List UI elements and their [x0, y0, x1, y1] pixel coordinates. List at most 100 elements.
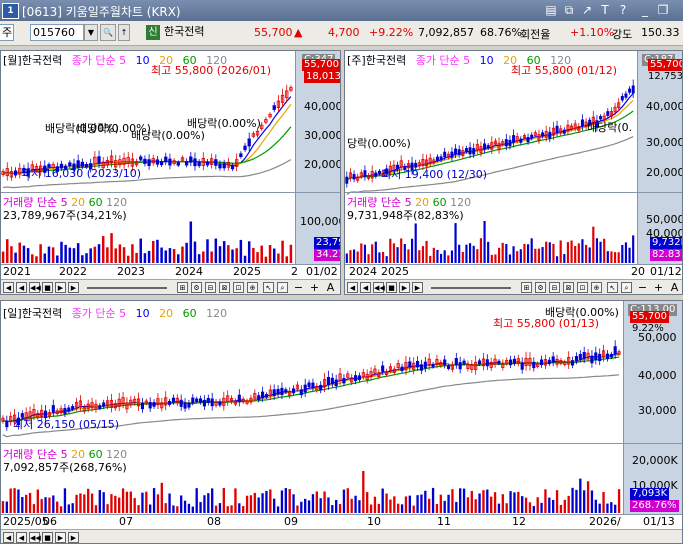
monthly-legend-ma10[interactable]: 10 [136, 54, 150, 67]
daily-volume-bar [439, 494, 442, 513]
daily-play-icon[interactable]: ▶ [55, 532, 66, 543]
weekly-cursor-icon[interactable]: ↖ [607, 282, 618, 293]
daily-stop-icon[interactable]: ■ [42, 532, 53, 543]
daily-candle [5, 420, 9, 428]
monthly-rewind-icon[interactable]: ◀◀ [29, 282, 41, 293]
restore-icon[interactable]: ❐ [656, 3, 670, 17]
daily-volume-bar [265, 490, 268, 513]
daily-legend-ma20[interactable]: 20 [159, 307, 173, 320]
daily-header: [일]한국전력 종가 단순 5 10 20 60 120 [3, 305, 233, 321]
weekly-tool6-icon[interactable]: ⊕ [591, 282, 602, 293]
daily-chart-pane[interactable]: [일]한국전력 종가 단순 5 10 20 60 120 최고 55,800 (… [0, 300, 683, 544]
weekly-volume-bar [400, 238, 403, 263]
monthly-candle [247, 138, 251, 147]
weekly-volume-bar [577, 243, 580, 263]
daily-volume-bar [567, 495, 570, 513]
weekly-legend-ma10[interactable]: 10 [480, 54, 494, 67]
monthly-tool6-icon[interactable]: ⊕ [247, 282, 258, 293]
monthly-tool5-icon[interactable]: ⊡ [233, 282, 244, 293]
trade-volume: 7,092,857 [418, 26, 474, 39]
daily-volume-bar [319, 498, 322, 513]
monthly-zoom-in-icon[interactable]: + [309, 282, 320, 293]
daily-volume-bar [195, 488, 198, 513]
monthly-tool3-icon[interactable]: ⊟ [205, 282, 216, 293]
daily-ytick-2: 40,000 [638, 369, 677, 382]
monthly-next-icon[interactable]: ▶ [68, 282, 79, 293]
monthly-scroll-track[interactable] [87, 287, 167, 289]
daily-rewind-icon[interactable]: ◀◀ [29, 532, 41, 543]
prev-stock-button[interactable]: ↑ [118, 24, 130, 41]
daily-legend-ma10[interactable]: 10 [136, 307, 150, 320]
daily-next-icon[interactable]: ▶ [68, 532, 79, 543]
monthly-first-icon[interactable]: ◀ [3, 282, 14, 293]
daily-legend-ma60[interactable]: 60 [183, 307, 197, 320]
daily-prev-icon[interactable]: ◀ [16, 532, 27, 543]
font-size-icon[interactable]: T [598, 3, 612, 17]
weekly-tool5-icon[interactable]: ⊡ [577, 282, 588, 293]
weekly-tool1-icon[interactable]: ⊞ [521, 282, 532, 293]
monthly-volume-bar [135, 252, 138, 263]
weekly-play-icon[interactable]: ▶ [399, 282, 410, 293]
weekly-tool3-icon[interactable]: ⊟ [549, 282, 560, 293]
daily-legend-ma120[interactable]: 120 [206, 307, 227, 320]
weekly-candle [606, 111, 610, 116]
monthly-volume-bar [101, 236, 105, 263]
monthly-stop-icon[interactable]: ■ [42, 282, 53, 293]
monthly-zoom-out-icon[interactable]: − [293, 282, 304, 293]
monthly-legend-ma5[interactable]: 종가 단순 5 [72, 54, 126, 67]
daily-candle [187, 402, 191, 408]
monthly-tool1-icon[interactable]: ⊞ [177, 282, 188, 293]
weekly-xtick-2: 2025 [381, 265, 409, 278]
minimize-icon[interactable]: _ [638, 3, 652, 17]
weekly-volume-bar [516, 251, 519, 263]
search-button[interactable]: 🔍 [100, 24, 116, 41]
weekly-prev-icon[interactable]: ◀ [360, 282, 371, 293]
monthly-prev-icon[interactable]: ◀ [16, 282, 27, 293]
monthly-volume-bar [1, 251, 5, 263]
monthly-auto-icon[interactable]: A [325, 282, 336, 293]
weekly-legend-ma5[interactable]: 종가 단순 5 [416, 54, 470, 67]
daily-date: 01/13 [643, 515, 675, 528]
weekly-search-icon[interactable]: ⌕ [621, 282, 632, 293]
weekly-first-icon[interactable]: ◀ [347, 282, 358, 293]
weekly-ann-1: 당락(0.00%) [347, 137, 411, 150]
stock-code-input[interactable]: 015760 [30, 24, 84, 41]
weekly-tool2-icon[interactable]: ⚙ [535, 282, 546, 293]
weekly-auto-icon[interactable]: A [669, 282, 680, 293]
monthly-cursor-icon[interactable]: ↖ [263, 282, 274, 293]
monthly-chart-pane[interactable]: [월]한국전력 종가 단순 5 10 20 60 120 최고 55,800 (… [0, 50, 341, 295]
help-icon[interactable]: ? [616, 3, 630, 17]
daily-volume-bar [168, 493, 171, 513]
weekly-next-icon[interactable]: ▶ [412, 282, 423, 293]
weekly-scroll-track[interactable] [431, 287, 511, 289]
weekly-tool4-icon[interactable]: ⊠ [563, 282, 574, 293]
daily-volume-bar [261, 493, 264, 513]
market-select[interactable]: 주 [0, 24, 14, 41]
monthly-candle [159, 161, 164, 166]
weekly-chart-pane[interactable]: [주]한국전력 종가 단순 5 10 20 60 120 최고 55,800 (… [344, 50, 683, 295]
weekly-volume-bar [363, 244, 367, 263]
copy-icon[interactable]: ⧉ [562, 3, 576, 17]
monthly-volume-bar [51, 247, 55, 263]
monthly-volume-bar [256, 252, 259, 263]
daily-volume-bar [118, 497, 121, 513]
weekly-stop-icon[interactable]: ■ [386, 282, 397, 293]
daily-legend-ma5[interactable]: 종가 단순 5 [72, 307, 126, 320]
weekly-date: 01/12 [650, 265, 682, 278]
weekly-zoom-in-icon[interactable]: + [653, 282, 664, 293]
weekly-volume-bar [443, 250, 446, 263]
weekly-rewind-icon[interactable]: ◀◀ [373, 282, 385, 293]
code-dropdown-button[interactable]: ▼ [84, 24, 98, 41]
daily-control-bar: ◀ ◀ ◀◀ ■ ▶ ▶ [1, 529, 682, 543]
monthly-candle [147, 159, 151, 166]
daily-first-icon[interactable]: ◀ [3, 532, 14, 543]
monthly-tool2-icon[interactable]: ⚙ [191, 282, 202, 293]
share-icon[interactable]: ↗ [580, 3, 594, 17]
daily-candle [423, 361, 427, 369]
monthly-play-icon[interactable]: ▶ [55, 282, 66, 293]
window-list-icon[interactable]: ▤ [544, 3, 558, 17]
weekly-volume-bar [541, 247, 544, 263]
monthly-tool4-icon[interactable]: ⊠ [219, 282, 230, 293]
monthly-search-icon[interactable]: ⌕ [277, 282, 288, 293]
weekly-zoom-out-icon[interactable]: − [637, 282, 648, 293]
